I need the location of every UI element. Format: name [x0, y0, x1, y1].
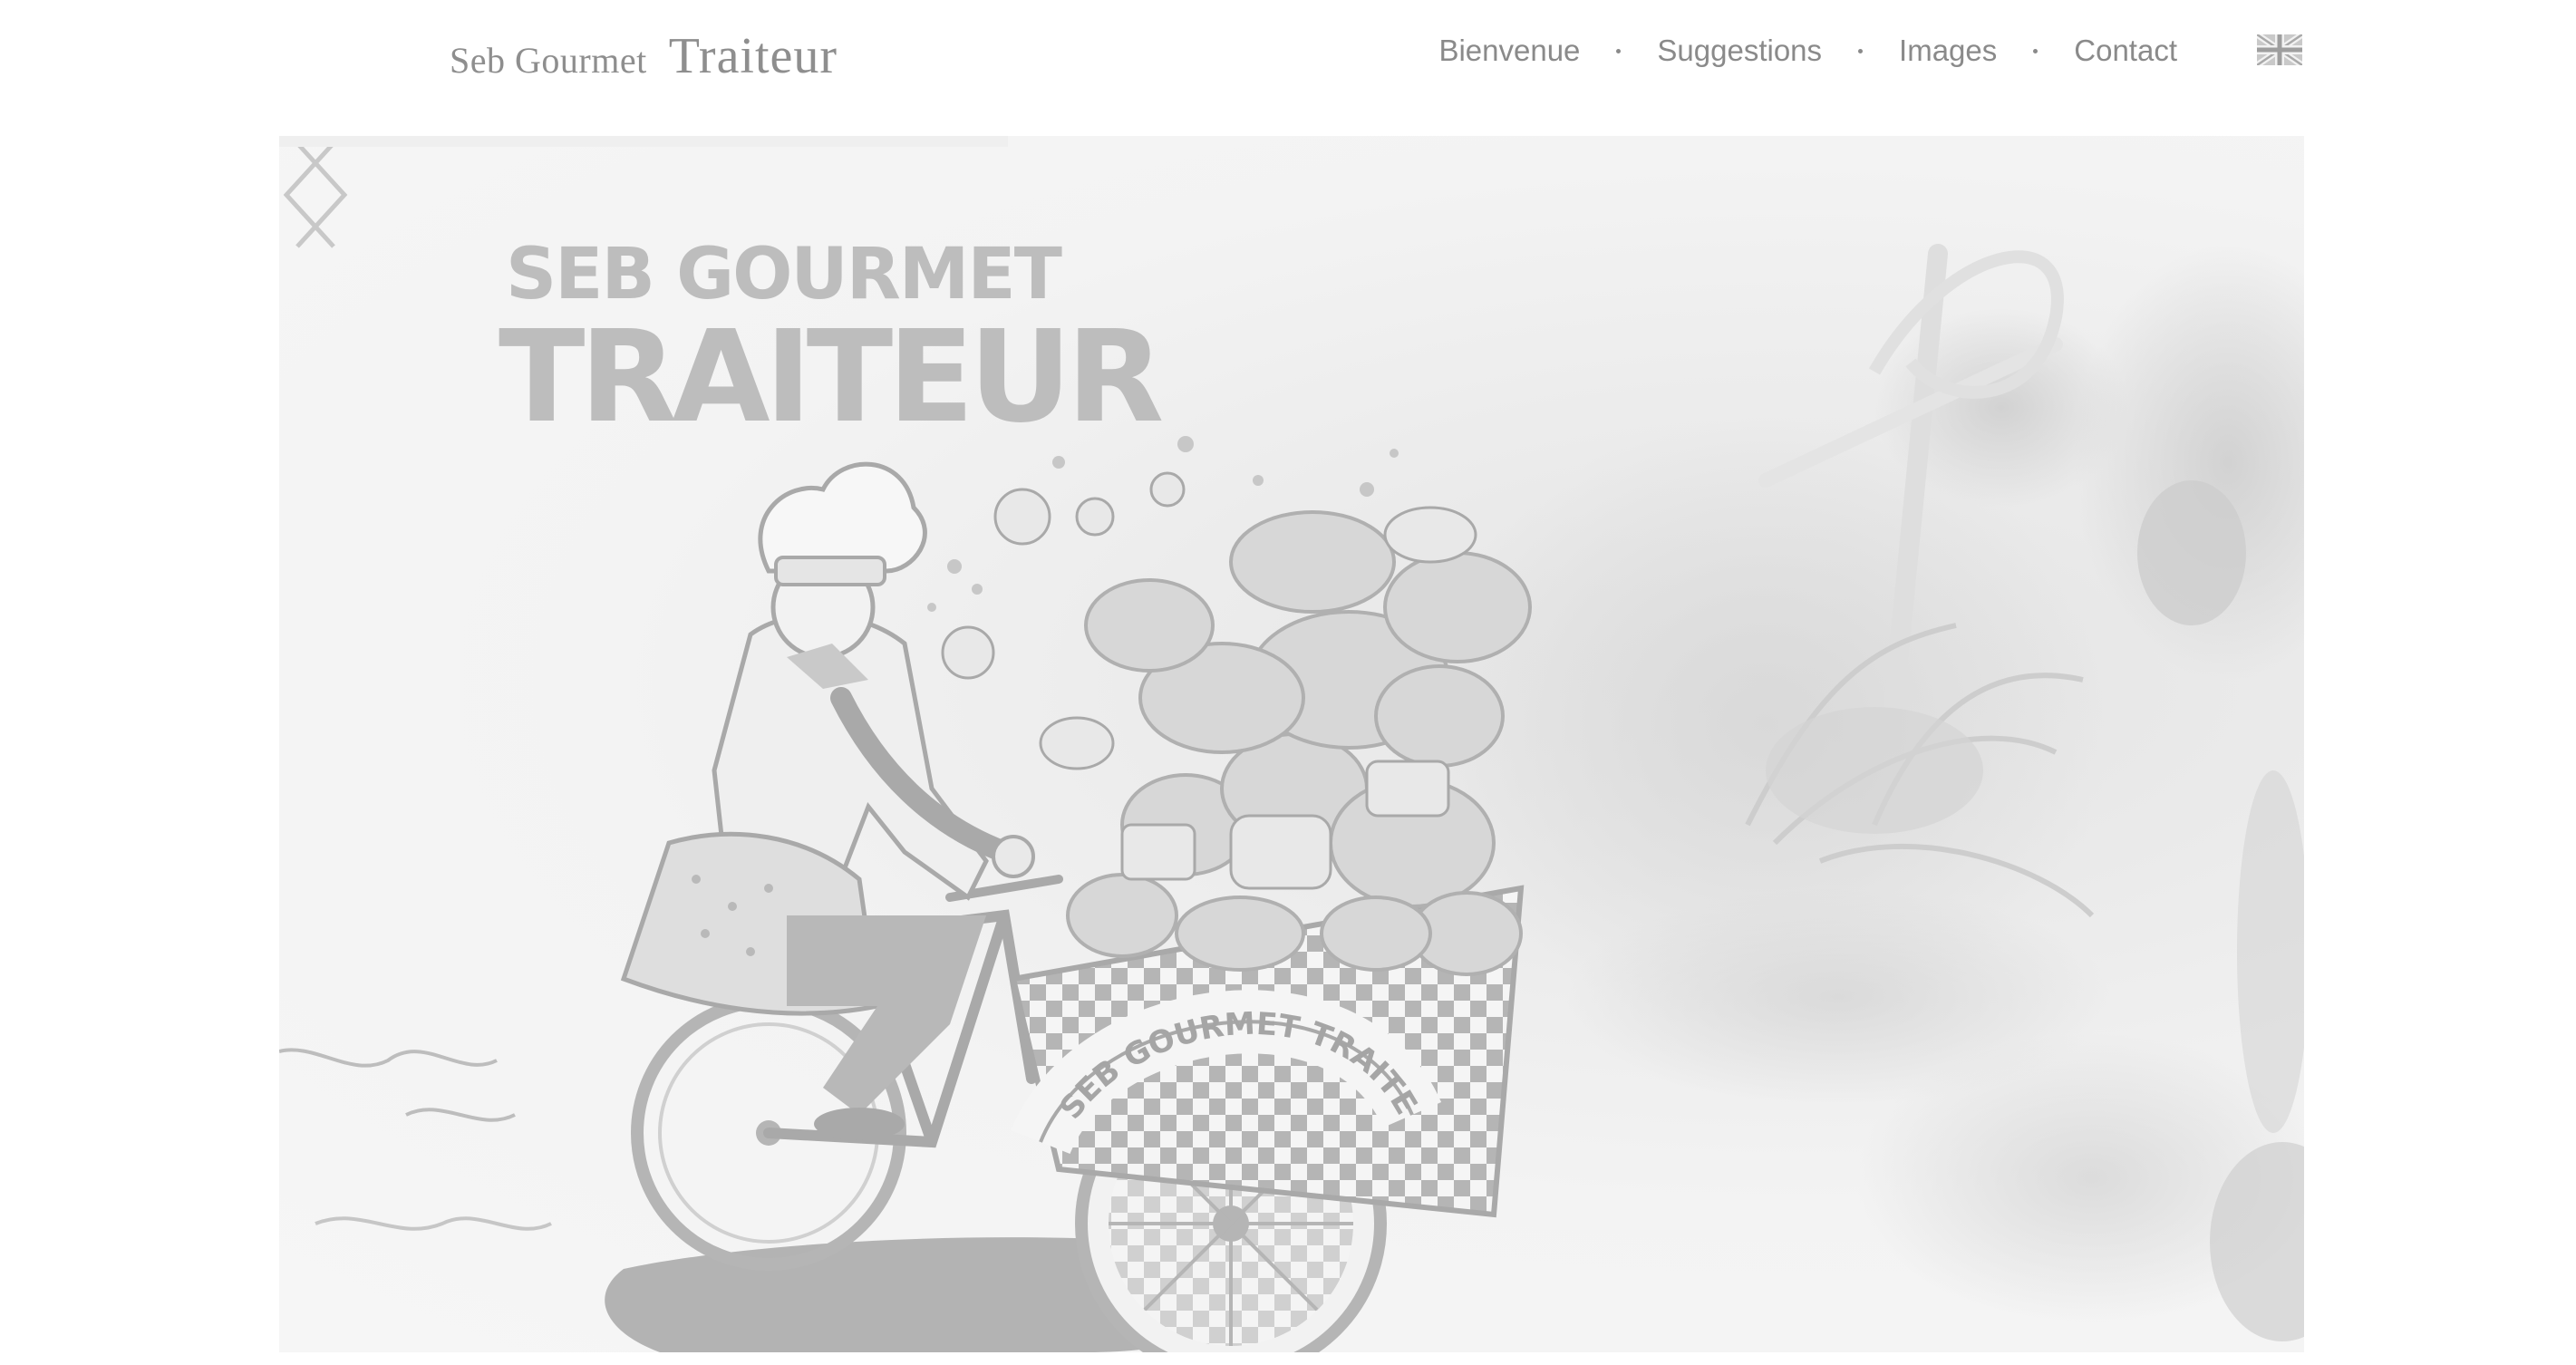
brand-name-large: Traiteur — [668, 28, 838, 84]
nav-separator — [2033, 48, 2039, 53]
nav-link-bienvenue[interactable]: Bienvenue — [1438, 34, 1580, 68]
nav-link-contact[interactable]: Contact — [2074, 34, 2177, 68]
brand-logo[interactable]: Seb Gourmet Traiteur — [450, 27, 838, 100]
nav-link-images[interactable]: Images — [1899, 34, 1997, 68]
hero-slider: SEB GOURMET TRAITEUR — [279, 136, 2304, 1352]
chevron-right-icon[interactable] — [279, 136, 352, 254]
slide-progress-bar — [279, 136, 2304, 147]
nav-link-suggestions[interactable]: Suggestions — [1657, 34, 1822, 68]
main-nav: Bienvenue Suggestions Images Contact — [1438, 27, 2177, 74]
nav-separator — [1616, 48, 1622, 53]
nav-separator — [1858, 48, 1864, 53]
hero-title-line-2: TRAITEUR — [499, 304, 1164, 451]
page: Seb Gourmet Traiteur Bienvenue Suggestio… — [0, 0, 2576, 1365]
brand-name-small: Seb Gourmet — [450, 40, 647, 81]
slide-progress-fill — [279, 136, 1009, 147]
uk-flag-icon[interactable] — [2257, 34, 2302, 65]
